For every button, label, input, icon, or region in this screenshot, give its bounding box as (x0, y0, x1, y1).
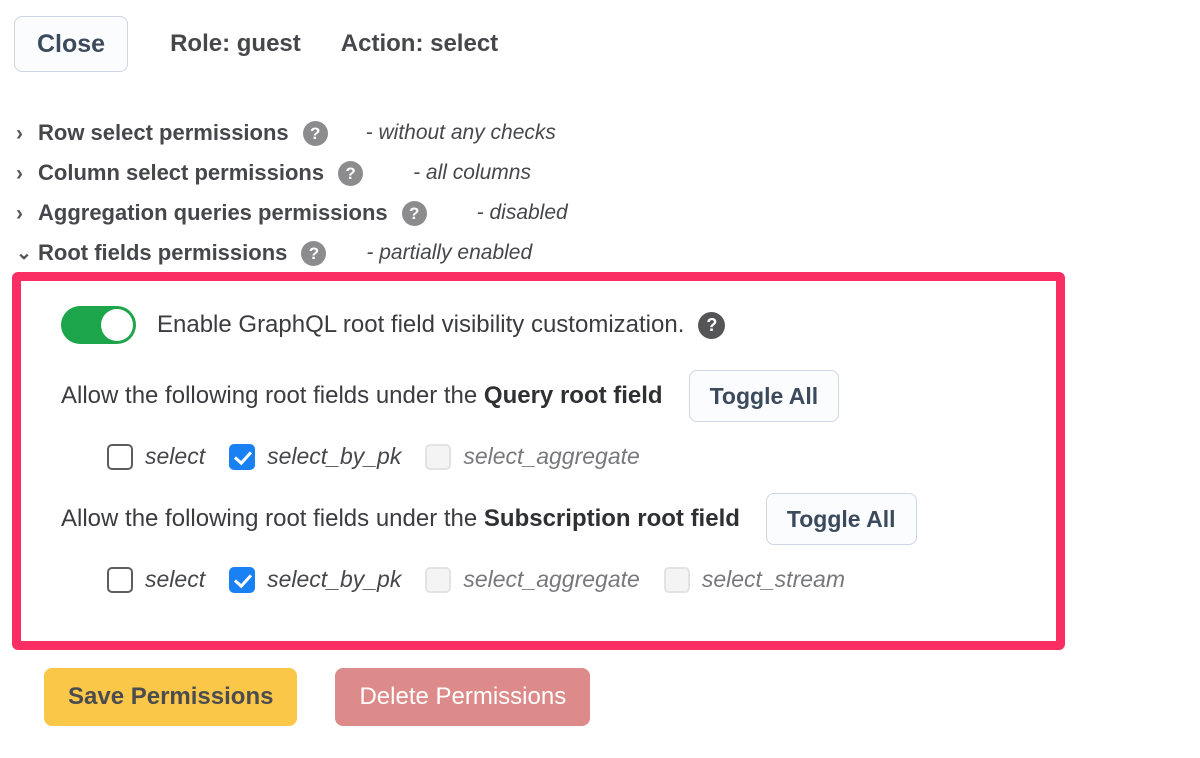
query-root-field-bold: Query root field (483, 382, 663, 409)
checkbox-item-subscription-select-by-pk[interactable]: select_by_pk (229, 566, 401, 593)
subscription-root-field-row: Allow the following root fields under th… (61, 493, 1056, 545)
close-button[interactable]: Close (14, 16, 129, 72)
checkbox-label-query-select-by-pk: select_by_pk (267, 443, 402, 469)
enable-customization-row: Enable GraphQL root field visibility cus… (61, 303, 1056, 347)
checkbox-item-query-select-by-pk[interactable]: select_by_pk (229, 443, 401, 470)
section-title-row-select[interactable]: Row select permissions (38, 120, 289, 146)
section-row-aggregation-queries-permissions[interactable]: › Aggregation queries permissions ? - di… (16, 193, 568, 233)
section-title-column-select[interactable]: Column select permissions (38, 160, 324, 186)
checkbox-subscription-select[interactable] (107, 566, 133, 593)
help-icon[interactable]: ? (302, 120, 328, 146)
help-icon[interactable]: ? (698, 311, 726, 339)
delete-permissions-button[interactable]: Delete Permissions (335, 668, 591, 726)
root-fields-panel-content: Enable GraphQL root field visibility cus… (21, 281, 1056, 641)
checkbox-label-subscription-select-stream: select_stream (701, 566, 845, 592)
query-root-field-label: Allow the following root fields under th… (61, 382, 663, 410)
checkbox-item-subscription-select[interactable]: select (107, 566, 205, 593)
help-icon[interactable]: ? (301, 240, 327, 266)
query-allow-prefix: Allow the following root fields under th… (61, 382, 484, 409)
section-status-root-fields: - partially enabled (366, 241, 533, 264)
checkbox-label-subscription-select-aggregate: select_aggregate (463, 566, 640, 592)
root-fields-panel: Enable GraphQL root field visibility cus… (12, 272, 1065, 650)
subscription-root-field-bold: Subscription root field (483, 505, 740, 532)
section-title-aggregation-queries[interactable]: Aggregation queries permissions (38, 200, 388, 226)
permissions-sections: › Row select permissions ? - without any… (16, 113, 568, 273)
section-status-row-select: - without any checks (365, 121, 556, 144)
chevron-right-icon[interactable]: › (16, 203, 38, 224)
checkbox-subscription-select-aggregate (425, 566, 452, 593)
header-bar: Close Role: guest Action: select (14, 16, 498, 72)
toggle-all-subscription-button[interactable]: Toggle All (765, 493, 917, 545)
toggle-all-query-button[interactable]: Toggle All (688, 370, 840, 422)
header-meta: Role: guest Action: select (170, 30, 498, 58)
section-title-root-fields[interactable]: Root fields permissions (38, 240, 287, 266)
toggle-knob (101, 309, 133, 341)
checkbox-subscription-select-stream (663, 566, 690, 593)
checkbox-query-select[interactable] (107, 443, 133, 470)
enable-customization-label: Enable GraphQL root field visibility cus… (157, 311, 685, 338)
checkbox-query-select-aggregate (425, 443, 452, 470)
checkbox-label-query-select-aggregate: select_aggregate (463, 443, 640, 469)
checkbox-item-query-select-aggregate: select_aggregate (425, 443, 640, 470)
checkbox-item-query-select[interactable]: select (107, 443, 205, 470)
checkbox-item-subscription-select-stream: select_stream (663, 566, 845, 593)
save-permissions-button[interactable]: Save Permissions (44, 668, 298, 726)
subscription-allow-prefix: Allow the following root fields under th… (61, 505, 484, 532)
chevron-right-icon[interactable]: › (16, 123, 38, 144)
subscription-root-field-checkboxes: select select_by_pk select_aggregate sel… (107, 566, 1056, 593)
checkbox-query-select-by-pk[interactable] (229, 443, 256, 470)
section-row-root-fields-permissions[interactable]: ⌄ Root fields permissions ? - partially … (16, 233, 568, 273)
checkbox-label-query-select: select (145, 443, 206, 469)
footer-actions: Save Permissions Delete Permissions (44, 668, 591, 726)
subscription-root-field-label: Allow the following root fields under th… (61, 505, 740, 533)
chevron-right-icon[interactable]: › (16, 163, 38, 184)
help-icon[interactable]: ? (401, 200, 427, 226)
role-label: Role: guest (170, 30, 301, 57)
section-row-row-select-permissions[interactable]: › Row select permissions ? - without any… (16, 113, 568, 153)
query-root-field-checkboxes: select select_by_pk select_aggregate (107, 443, 1056, 470)
query-root-field-row: Allow the following root fields under th… (61, 370, 1056, 422)
section-status-aggregation-queries: - disabled (476, 201, 568, 224)
checkbox-item-subscription-select-aggregate: select_aggregate (425, 566, 640, 593)
checkbox-label-subscription-select: select (145, 566, 206, 592)
checkbox-label-subscription-select-by-pk: select_by_pk (267, 566, 402, 592)
section-row-column-select-permissions[interactable]: › Column select permissions ? - all colu… (16, 153, 568, 193)
enable-root-field-visibility-toggle[interactable] (61, 306, 136, 344)
checkbox-subscription-select-by-pk[interactable] (229, 566, 256, 593)
help-icon[interactable]: ? (338, 160, 364, 186)
section-status-column-select: - all columns (413, 161, 531, 184)
action-label: Action: select (340, 30, 499, 57)
chevron-down-icon[interactable]: ⌄ (16, 244, 38, 263)
